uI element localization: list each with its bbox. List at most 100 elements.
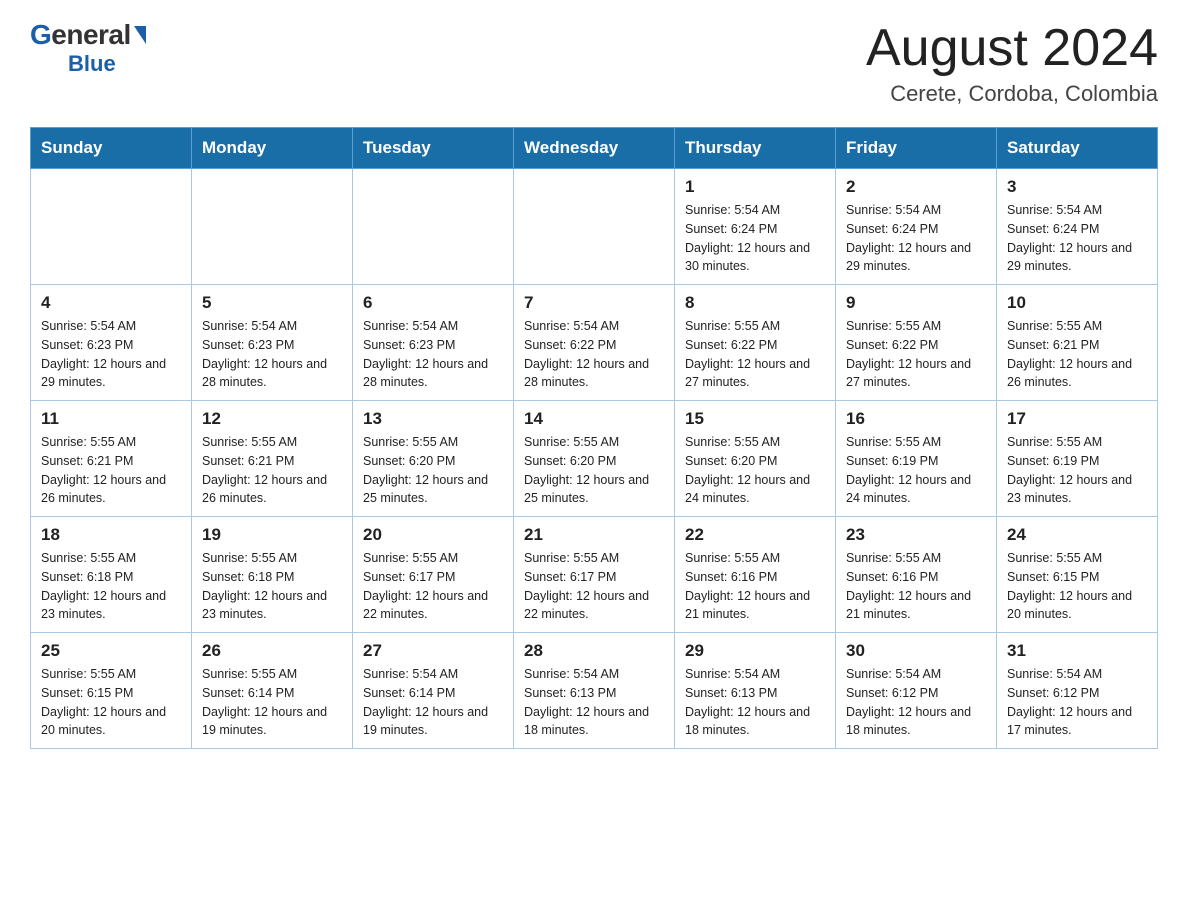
day-info: Sunrise: 5:55 AMSunset: 6:16 PMDaylight:…: [685, 549, 825, 624]
day-number: 13: [363, 409, 503, 429]
day-number: 21: [524, 525, 664, 545]
calendar-cell: 14Sunrise: 5:55 AMSunset: 6:20 PMDayligh…: [514, 401, 675, 517]
calendar-cell: 30Sunrise: 5:54 AMSunset: 6:12 PMDayligh…: [836, 633, 997, 749]
calendar-week-row: 4 Sunrise: 5:54 AMSunset: 6:23 PMDaylight…: [31, 285, 1158, 401]
day-info: Sunrise: 5:54 AMSunset: 6:24 PMDaylight:…: [685, 201, 825, 276]
calendar-cell: 10 Sunrise: 5:55 AMSunset: 6:21 PMDayligh…: [997, 285, 1158, 401]
day-number: 20: [363, 525, 503, 545]
day-number: 7: [524, 293, 664, 313]
day-number: 14: [524, 409, 664, 429]
header-wednesday: Wednesday: [514, 128, 675, 169]
day-info: Sunrise: 5:54 AMSunset: 6:13 PMDaylight:…: [524, 665, 664, 740]
day-info: Sunrise: 5:54 AMSunset: 6:24 PMDaylight:…: [846, 201, 986, 276]
day-info: Sunrise: 5:54 AMSunset: 6:13 PMDaylight:…: [685, 665, 825, 740]
calendar-week-row: 11 Sunrise: 5:55 AMSunset: 6:21 PMDayligh…: [31, 401, 1158, 517]
day-number: 15: [685, 409, 825, 429]
header-monday: Monday: [192, 128, 353, 169]
calendar-table: SundayMondayTuesdayWednesdayThursdayFrid…: [30, 127, 1158, 749]
logo-triangle-icon: [134, 26, 146, 44]
day-number: 27: [363, 641, 503, 661]
calendar-cell: 15 Sunrise: 5:55 AMSunset: 6:20 PMDayligh…: [675, 401, 836, 517]
calendar-cell: 8 Sunrise: 5:55 AMSunset: 6:22 PMDaylight…: [675, 285, 836, 401]
calendar-cell: 3 Sunrise: 5:54 AMSunset: 6:24 PMDaylight…: [997, 169, 1158, 285]
calendar-cell: 12Sunrise: 5:55 AMSunset: 6:21 PMDayligh…: [192, 401, 353, 517]
day-info: Sunrise: 5:55 AMSunset: 6:15 PMDaylight:…: [41, 665, 181, 740]
calendar-cell: 5Sunrise: 5:54 AMSunset: 6:23 PMDaylight…: [192, 285, 353, 401]
day-info: Sunrise: 5:55 AMSunset: 6:17 PMDaylight:…: [524, 549, 664, 624]
page-header: General Blue August 2024 Cerete, Cordoba…: [30, 20, 1158, 107]
day-info: Sunrise: 5:55 AMSunset: 6:18 PMDaylight:…: [41, 549, 181, 624]
month-year-title: August 2024: [866, 20, 1158, 77]
day-number: 3: [1007, 177, 1147, 197]
header-saturday: Saturday: [997, 128, 1158, 169]
day-info: Sunrise: 5:54 AMSunset: 6:12 PMDaylight:…: [846, 665, 986, 740]
day-info: Sunrise: 5:55 AMSunset: 6:15 PMDaylight:…: [1007, 549, 1147, 624]
day-info: Sunrise: 5:55 AMSunset: 6:22 PMDaylight:…: [846, 317, 986, 392]
calendar-cell: 31 Sunrise: 5:54 AMSunset: 6:12 PMDayligh…: [997, 633, 1158, 749]
calendar-cell: 22Sunrise: 5:55 AMSunset: 6:16 PMDayligh…: [675, 517, 836, 633]
header-thursday: Thursday: [675, 128, 836, 169]
header-sunday: Sunday: [31, 128, 192, 169]
day-info: Sunrise: 5:54 AMSunset: 6:12 PMDaylight:…: [1007, 665, 1147, 740]
day-info: Sunrise: 5:55 AMSunset: 6:16 PMDaylight:…: [846, 549, 986, 624]
calendar-cell: 1Sunrise: 5:54 AMSunset: 6:24 PMDaylight…: [675, 169, 836, 285]
day-info: Sunrise: 5:55 AMSunset: 6:14 PMDaylight:…: [202, 665, 342, 740]
calendar-cell: 27 Sunrise: 5:54 AMSunset: 6:14 PMDayligh…: [353, 633, 514, 749]
day-info: Sunrise: 5:54 AMSunset: 6:23 PMDaylight:…: [41, 317, 181, 392]
day-number: 18: [41, 525, 181, 545]
calendar-week-row: 25Sunrise: 5:55 AMSunset: 6:15 PMDayligh…: [31, 633, 1158, 749]
day-info: Sunrise: 5:55 AMSunset: 6:22 PMDaylight:…: [685, 317, 825, 392]
day-number: 9: [846, 293, 986, 313]
logo: General Blue: [30, 20, 146, 77]
header-friday: Friday: [836, 128, 997, 169]
day-info: Sunrise: 5:54 AMSunset: 6:14 PMDaylight:…: [363, 665, 503, 740]
calendar-week-row: 18 Sunrise: 5:55 AMSunset: 6:18 PMDayligh…: [31, 517, 1158, 633]
day-info: Sunrise: 5:54 AMSunset: 6:24 PMDaylight:…: [1007, 201, 1147, 276]
calendar-cell: 11 Sunrise: 5:55 AMSunset: 6:21 PMDayligh…: [31, 401, 192, 517]
logo-general-text: General: [30, 20, 146, 51]
header-tuesday: Tuesday: [353, 128, 514, 169]
calendar-week-row: 1Sunrise: 5:54 AMSunset: 6:24 PMDaylight…: [31, 169, 1158, 285]
day-number: 6: [363, 293, 503, 313]
day-number: 23: [846, 525, 986, 545]
day-info: Sunrise: 5:55 AMSunset: 6:20 PMDaylight:…: [685, 433, 825, 508]
day-number: 26: [202, 641, 342, 661]
day-number: 16: [846, 409, 986, 429]
day-info: Sunrise: 5:54 AMSunset: 6:22 PMDaylight:…: [524, 317, 664, 392]
day-info: Sunrise: 5:55 AMSunset: 6:19 PMDaylight:…: [1007, 433, 1147, 508]
calendar-cell: 6 Sunrise: 5:54 AMSunset: 6:23 PMDaylight…: [353, 285, 514, 401]
calendar-cell: 20Sunrise: 5:55 AMSunset: 6:17 PMDayligh…: [353, 517, 514, 633]
calendar-cell: [353, 169, 514, 285]
calendar-cell: 7 Sunrise: 5:54 AMSunset: 6:22 PMDaylight…: [514, 285, 675, 401]
calendar-cell: [31, 169, 192, 285]
location-subtitle: Cerete, Cordoba, Colombia: [866, 81, 1158, 107]
day-number: 11: [41, 409, 181, 429]
day-number: 12: [202, 409, 342, 429]
calendar-cell: 16 Sunrise: 5:55 AMSunset: 6:19 PMDayligh…: [836, 401, 997, 517]
calendar-cell: 19Sunrise: 5:55 AMSunset: 6:18 PMDayligh…: [192, 517, 353, 633]
calendar-cell: 29 Sunrise: 5:54 AMSunset: 6:13 PMDayligh…: [675, 633, 836, 749]
day-number: 31: [1007, 641, 1147, 661]
day-info: Sunrise: 5:54 AMSunset: 6:23 PMDaylight:…: [363, 317, 503, 392]
calendar-cell: 2 Sunrise: 5:54 AMSunset: 6:24 PMDaylight…: [836, 169, 997, 285]
day-info: Sunrise: 5:55 AMSunset: 6:20 PMDaylight:…: [363, 433, 503, 508]
day-info: Sunrise: 5:55 AMSunset: 6:21 PMDaylight:…: [41, 433, 181, 508]
day-number: 2: [846, 177, 986, 197]
day-number: 10: [1007, 293, 1147, 313]
calendar-cell: 23 Sunrise: 5:55 AMSunset: 6:16 PMDayligh…: [836, 517, 997, 633]
calendar-header-row: SundayMondayTuesdayWednesdayThursdayFrid…: [31, 128, 1158, 169]
calendar-cell: 4 Sunrise: 5:54 AMSunset: 6:23 PMDaylight…: [31, 285, 192, 401]
calendar-cell: 9 Sunrise: 5:55 AMSunset: 6:22 PMDaylight…: [836, 285, 997, 401]
calendar-cell: 26 Sunrise: 5:55 AMSunset: 6:14 PMDayligh…: [192, 633, 353, 749]
day-number: 17: [1007, 409, 1147, 429]
day-info: Sunrise: 5:55 AMSunset: 6:21 PMDaylight:…: [1007, 317, 1147, 392]
calendar-cell: 17 Sunrise: 5:55 AMSunset: 6:19 PMDayligh…: [997, 401, 1158, 517]
day-number: 4: [41, 293, 181, 313]
calendar-cell: 28Sunrise: 5:54 AMSunset: 6:13 PMDayligh…: [514, 633, 675, 749]
logo-blue-text: Blue: [68, 51, 116, 77]
day-number: 29: [685, 641, 825, 661]
day-info: Sunrise: 5:55 AMSunset: 6:19 PMDaylight:…: [846, 433, 986, 508]
day-number: 8: [685, 293, 825, 313]
day-number: 5: [202, 293, 342, 313]
day-number: 24: [1007, 525, 1147, 545]
